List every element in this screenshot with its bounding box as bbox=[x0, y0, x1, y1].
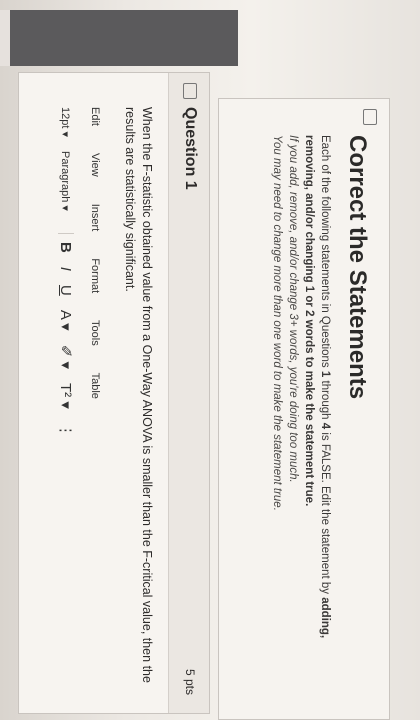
paragraph-select[interactable]: Paragraph ▾ bbox=[60, 151, 73, 211]
superscript-button[interactable]: T² ▾ bbox=[57, 383, 75, 409]
menu-edit[interactable]: Edit bbox=[89, 107, 101, 126]
bookmark-icon[interactable] bbox=[363, 109, 377, 125]
menu-format[interactable]: Format bbox=[89, 258, 101, 293]
superscript-icon: T² bbox=[57, 382, 74, 398]
menu-tools[interactable]: Tools bbox=[89, 320, 101, 346]
rotated-page: Correct the Statements Each of the follo… bbox=[0, 0, 420, 720]
question-card: Question 1 5 pts When the F-statistic ob… bbox=[18, 72, 210, 714]
instr-text: through bbox=[319, 380, 331, 420]
question-title: Question 1 bbox=[182, 107, 199, 190]
more-button[interactable]: ⋮ bbox=[57, 423, 75, 438]
menu-view[interactable]: View bbox=[89, 153, 101, 177]
highlight-button[interactable]: ✐ ▾ bbox=[57, 345, 75, 369]
editor-menu: Edit View Insert Format Tools Table bbox=[89, 107, 101, 423]
question-text: When the F-statistic obtained value from… bbox=[123, 107, 154, 683]
instr-text: Each of the following statements in Ques… bbox=[319, 135, 331, 368]
font-size-select[interactable]: 12pt ▾ bbox=[60, 107, 73, 137]
toolbar-divider bbox=[58, 232, 74, 234]
underline-button[interactable]: U bbox=[58, 285, 75, 296]
highlight-icon: ✐ bbox=[57, 344, 74, 358]
text-color-icon: A bbox=[57, 309, 74, 319]
instr-bold: 4 bbox=[319, 422, 331, 430]
instr-bold: 1 bbox=[319, 370, 331, 378]
instr-italic: If you add, remove, and/or change 3+ wor… bbox=[287, 135, 299, 483]
menu-table[interactable]: Table bbox=[89, 373, 101, 399]
question-header: Question 1 5 pts bbox=[168, 73, 209, 713]
editor-toolbar: 12pt ▾ Paragraph ▾ B I U A ▾ ✐ ▾ T² ▾ ⋮ bbox=[57, 107, 75, 452]
section-title: Correct the Statements bbox=[344, 135, 371, 400]
font-size-value: 12pt bbox=[59, 107, 72, 129]
menu-insert[interactable]: Insert bbox=[89, 204, 101, 232]
question-points: 5 pts bbox=[183, 668, 197, 695]
instr-text: is FALSE. Edit the statement by bbox=[319, 432, 331, 595]
instructions: Each of the following statements in Ques… bbox=[269, 135, 333, 695]
bold-button[interactable]: B bbox=[58, 242, 75, 253]
flag-icon[interactable] bbox=[183, 83, 197, 99]
instr-italic: You may need to change more than one wor… bbox=[271, 135, 283, 511]
italic-button[interactable]: I bbox=[58, 267, 75, 271]
paragraph-value: Paragraph bbox=[59, 151, 72, 203]
statements-panel: Correct the Statements Each of the follo… bbox=[218, 98, 390, 720]
text-color-button[interactable]: A ▾ bbox=[57, 310, 75, 331]
